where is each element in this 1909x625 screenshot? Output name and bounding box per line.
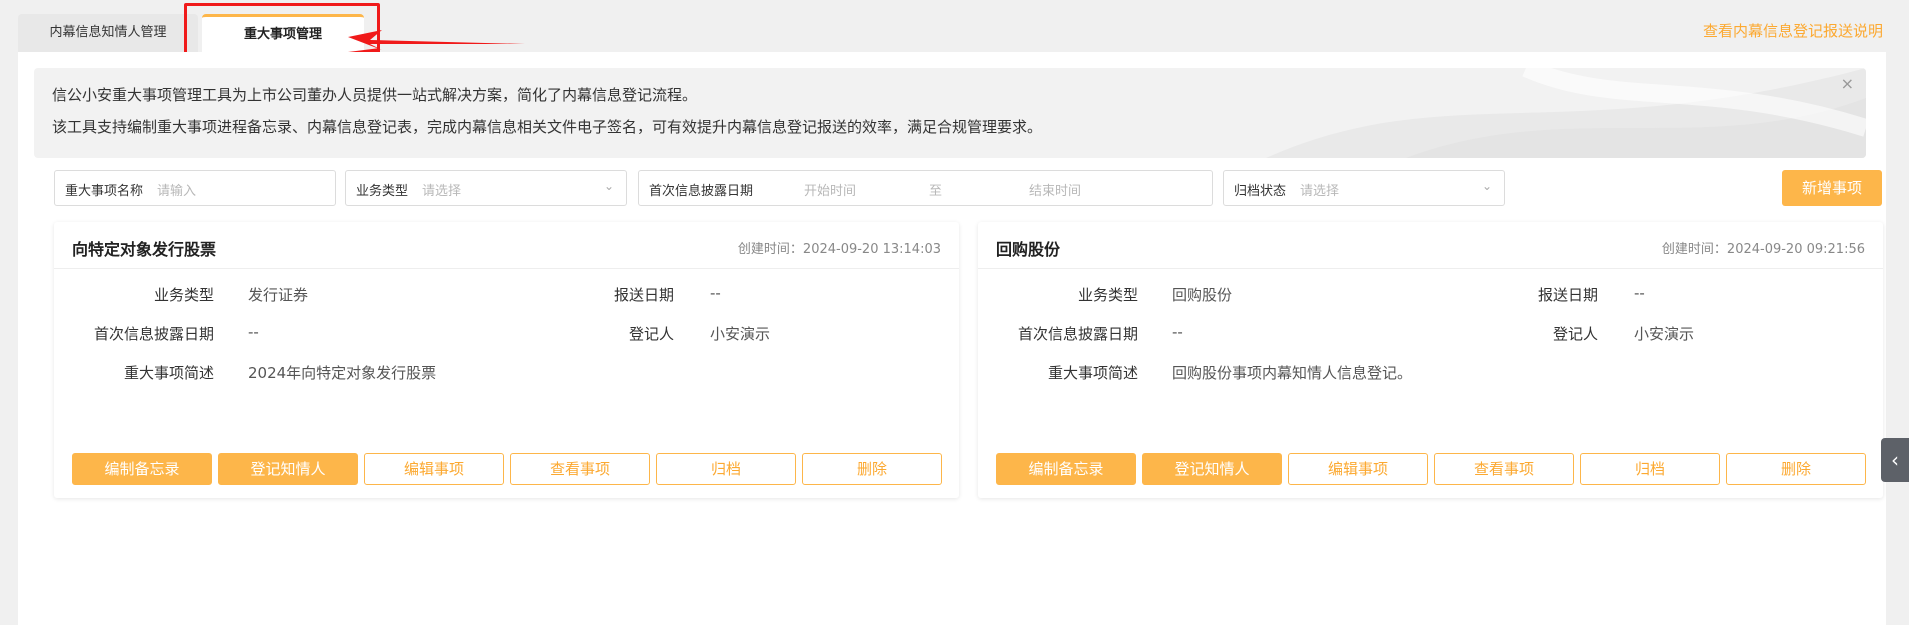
field-value-summary: 回购股份事项内幕知情人信息登记。	[1172, 364, 1413, 382]
field-label-registrar: 登记人	[1552, 325, 1598, 343]
chevron-left-icon[interactable]: ‹	[1881, 438, 1909, 482]
archive-button[interactable]: 归档	[1580, 453, 1720, 485]
archive-status-label: 归档状态	[1234, 184, 1287, 199]
field-value-business-type: 发行证券	[248, 286, 309, 304]
card-created-time: 创建时间：2024-09-20 09:21:56	[1661, 242, 1865, 257]
date-end-input[interactable]: 结束时间	[1029, 180, 1081, 199]
notice-banner: 信公小安重大事项管理工具为上市公司董办人员提供一站式解决方案，简化了内幕信息登记…	[34, 68, 1866, 158]
chevron-down-icon: ⌄	[1481, 179, 1492, 193]
field-label-registrar: 登记人	[628, 325, 674, 343]
card-header: 回购股份 创建时间：2024-09-20 09:21:56	[978, 222, 1883, 269]
card-actions: 编制备忘录 登记知情人 编辑事项 查看事项 归档 删除	[996, 453, 1866, 485]
notice-line-1: 信公小安重大事项管理工具为上市公司董办人员提供一站式解决方案，简化了内幕信息登记…	[52, 86, 698, 104]
edit-event-button[interactable]: 编辑事项	[364, 453, 504, 485]
edit-memo-button[interactable]: 编制备忘录	[72, 453, 212, 485]
field-value-first-disclosure: --	[248, 323, 259, 341]
card-title: 向特定对象发行股票	[72, 240, 217, 259]
view-event-button[interactable]: 查看事项	[510, 453, 650, 485]
field-value-registrar: 小安演示	[710, 325, 771, 343]
decorative-wave	[1266, 68, 1866, 158]
field-value-business-type: 回购股份	[1172, 286, 1233, 304]
business-type-select[interactable]: 业务类型 请选择 ⌄	[345, 170, 627, 206]
archive-status-select[interactable]: 归档状态 请选择 ⌄	[1223, 170, 1505, 206]
first-disclosure-date-range[interactable]: 首次信息披露日期 开始时间 至 结束时间	[638, 170, 1213, 206]
card-header: 向特定对象发行股票 创建时间：2024-09-20 13:14:03	[54, 222, 959, 269]
event-name-filter[interactable]: 重大事项名称 请输入	[54, 170, 336, 206]
delete-button[interactable]: 删除	[1726, 453, 1866, 485]
card-title: 回购股份	[996, 240, 1061, 259]
help-link[interactable]: 查看内幕信息登记报送说明	[1703, 20, 1883, 41]
register-insider-button[interactable]: 登记知情人	[218, 453, 358, 485]
field-label-report-date: 报送日期	[1537, 286, 1598, 304]
business-type-placeholder: 请选择	[422, 184, 462, 199]
archive-status-placeholder: 请选择	[1300, 184, 1340, 199]
field-label-report-date: 报送日期	[613, 286, 674, 304]
card-created-time: 创建时间：2024-09-20 13:14:03	[737, 242, 941, 257]
register-insider-button[interactable]: 登记知情人	[1142, 453, 1282, 485]
field-label-business-type: 业务类型	[153, 286, 214, 304]
business-type-label: 业务类型	[356, 184, 409, 199]
edit-event-button[interactable]: 编辑事项	[1288, 453, 1428, 485]
field-label-first-disclosure: 首次信息披露日期	[93, 325, 214, 343]
event-name-label: 重大事项名称	[65, 184, 144, 199]
date-start-input[interactable]: 开始时间	[804, 180, 856, 199]
delete-button[interactable]: 删除	[802, 453, 942, 485]
field-label-summary: 重大事项简述	[123, 364, 214, 382]
chevron-down-icon: ⌄	[603, 179, 614, 193]
archive-button[interactable]: 归档	[656, 453, 796, 485]
close-icon[interactable]: ×	[1841, 74, 1854, 93]
tab-insider-management[interactable]: 内幕信息知情人管理	[18, 14, 198, 52]
field-value-registrar: 小安演示	[1634, 325, 1695, 343]
event-name-input[interactable]: 请输入	[157, 180, 196, 199]
notice-line-2: 该工具支持编制重大事项进程备忘录、内幕信息登记表，完成内幕信息相关文件电子签名，…	[52, 118, 1043, 136]
field-label-summary: 重大事项简述	[1047, 364, 1138, 382]
main-panel: 信公小安重大事项管理工具为上市公司董办人员提供一站式解决方案，简化了内幕信息登记…	[18, 52, 1886, 625]
field-value-report-date: --	[1634, 284, 1645, 302]
date-range-separator: 至	[929, 184, 943, 199]
field-value-first-disclosure: --	[1172, 323, 1183, 341]
card-actions: 编制备忘录 登记知情人 编辑事项 查看事项 归档 删除	[72, 453, 942, 485]
field-value-report-date: --	[710, 284, 721, 302]
event-card: 回购股份 创建时间：2024-09-20 09:21:56 业务类型 回购股份 …	[978, 222, 1883, 498]
field-label-first-disclosure: 首次信息披露日期	[1017, 325, 1138, 343]
field-value-summary: 2024年向特定对象发行股票	[248, 364, 437, 382]
view-event-button[interactable]: 查看事项	[1434, 453, 1574, 485]
field-label-business-type: 业务类型	[1077, 286, 1138, 304]
add-event-button[interactable]: 新增事项	[1782, 170, 1882, 206]
edit-memo-button[interactable]: 编制备忘录	[996, 453, 1136, 485]
event-card: 向特定对象发行股票 创建时间：2024-09-20 13:14:03 业务类型 …	[54, 222, 959, 498]
first-disclosure-date-label: 首次信息披露日期	[649, 184, 754, 199]
